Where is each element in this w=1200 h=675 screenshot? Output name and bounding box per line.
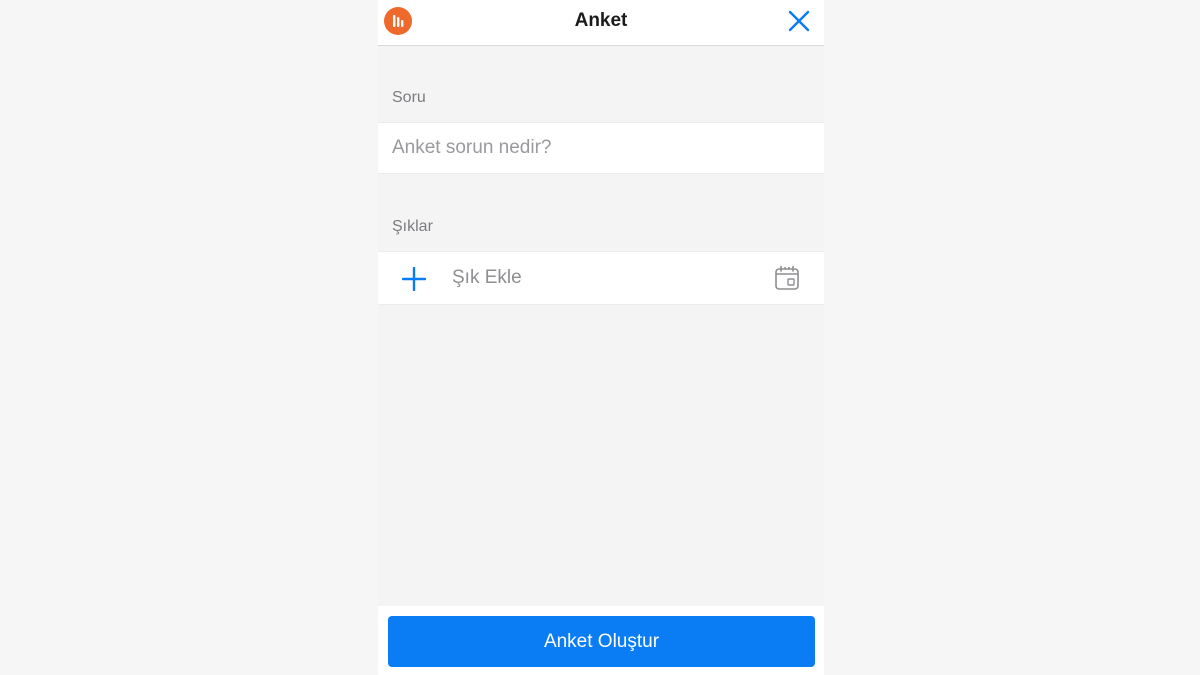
add-option-label: Şık Ekle bbox=[452, 267, 522, 288]
add-option-row[interactable]: Şık Ekle bbox=[378, 251, 824, 305]
calendar-icon[interactable] bbox=[774, 265, 800, 291]
question-row bbox=[378, 122, 824, 174]
page-title: Anket bbox=[574, 10, 628, 31]
poll-panel: Anket Soru Şıklar Şık Ekle bbox=[378, 0, 824, 675]
footer-bar: Anket Oluştur bbox=[378, 606, 824, 675]
create-poll-button[interactable]: Anket Oluştur bbox=[388, 616, 815, 667]
close-icon bbox=[788, 10, 810, 32]
header-bar: Anket bbox=[378, 0, 824, 46]
screen: Anket Soru Şıklar Şık Ekle bbox=[0, 0, 1200, 675]
plus-icon bbox=[402, 267, 426, 291]
question-input[interactable] bbox=[392, 123, 812, 173]
close-button[interactable] bbox=[786, 8, 812, 34]
options-section-label: Şıklar bbox=[392, 218, 433, 235]
question-section-label: Soru bbox=[392, 89, 426, 106]
